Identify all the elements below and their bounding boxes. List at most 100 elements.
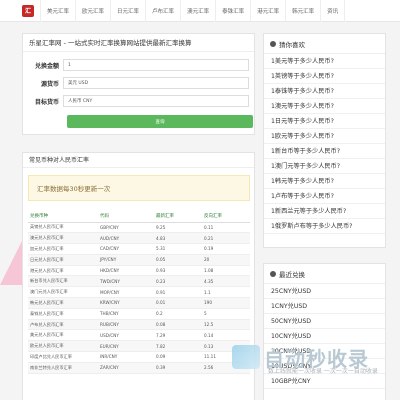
nav-item-aud[interactable]: 澳元汇率 <box>181 0 217 22</box>
header-code: 代码 <box>98 210 154 223</box>
watermark-subtext: 数上线就能一次收录 一次一次一自动收录 <box>268 368 378 375</box>
cell-pair: 新台币兑人民币汇率 <box>28 275 98 288</box>
amount-input[interactable]: 1 <box>63 59 249 71</box>
nav-item-rub[interactable]: 卢布汇率 <box>146 0 182 22</box>
guess-link[interactable]: 1韩元等于多少人民币? <box>264 174 385 189</box>
nav-item-news[interactable]: 资讯 <box>321 0 346 22</box>
cell-rate: 0.09 <box>154 351 202 363</box>
cell-rate: 5.31 <box>154 243 202 255</box>
amount-label: 兑换金额 <box>34 62 59 70</box>
cell-code: MOP/CNY <box>98 286 154 299</box>
cell-code: EUR/CNY <box>98 340 154 353</box>
table-row[interactable]: 澳元兑人民币汇率 AUD/CNY 4.83 0.21 <box>28 232 250 245</box>
rates-title: 常见币种对人民币汇率 <box>23 153 254 168</box>
cell-code: JPY/CNY <box>98 254 154 266</box>
cell-code: USD/CNY <box>98 329 154 342</box>
table-row[interactable]: 日元兑人民币汇率 JPY/CNY 0.05 20 <box>28 254 250 266</box>
cell-code: HKD/CNY <box>98 265 154 277</box>
top-navbar: 汇 美元汇率 欧元汇率 日元汇率 卢布汇率 澳元汇率 泰铢汇率 港元汇率 韩元汇… <box>0 0 400 22</box>
guess-title: 猜你喜欢 <box>279 40 305 49</box>
cell-rate: 4.83 <box>154 232 202 245</box>
source-currency-select[interactable]: 美元 USD <box>63 77 249 89</box>
cell-code: CAD/CNY <box>98 243 154 255</box>
source-label: 源货币 <box>40 80 59 88</box>
recent-title: 最近兑换 <box>279 270 305 279</box>
recent-panel: 最近兑换 25CNY兑USD 1CNY兑USD 50CNY兑USD 10CNY兑USD… <box>263 263 386 400</box>
table-row[interactable]: 英镑兑人民币汇率 GBP/CNY 9.25 0.11 <box>28 222 250 234</box>
table-row[interactable]: 加元兑人民币汇率 CAD/CNY 5.31 0.19 <box>28 243 250 255</box>
cell-pair: 印度卢比兑人民币汇率 <box>28 351 98 363</box>
cell-pair: 韩元兑人民币汇率 <box>28 297 98 309</box>
site-logo[interactable]: 汇 <box>22 4 34 17</box>
nav-item-jpy[interactable]: 日元汇率 <box>111 0 147 22</box>
guess-link[interactable]: 1美元等于多少人民币? <box>264 54 385 69</box>
cell-reverse: 0.11 <box>202 222 250 234</box>
cell-pair: 港元兑人民币汇率 <box>28 265 98 277</box>
table-row[interactable]: 港元兑人民币汇率 HKD/CNY 0.93 1.08 <box>28 265 250 277</box>
nav-item-hkd[interactable]: 港元汇率 <box>251 0 287 22</box>
header-rate: 最新汇率 <box>154 210 202 223</box>
table-row[interactable]: 美元兑人民币汇率 USD/CNY 7.29 0.14 <box>28 329 250 342</box>
guess-link[interactable]: 1新台币等于多少人民币? <box>264 144 385 159</box>
cell-reverse: 5 <box>202 308 250 320</box>
guess-link[interactable]: 1澳元等于多少人民币? <box>264 99 385 114</box>
guess-link[interactable]: 1日元等于多少人民币? <box>264 114 385 129</box>
cell-code: AUD/CNY <box>98 232 154 245</box>
cell-rate: 7.29 <box>154 329 202 342</box>
guess-link[interactable]: 1澳门元等于多少人民币? <box>264 159 385 174</box>
cell-rate: 0.08 <box>154 319 202 331</box>
guess-header: 猜你喜欢 <box>264 34 385 54</box>
cell-code: RUB/CNY <box>98 319 154 331</box>
table-row[interactable]: 新台币兑人民币汇率 TWD/CNY 0.23 4.35 <box>28 275 250 288</box>
cell-pair: 澳元兑人民币汇率 <box>28 232 98 245</box>
cell-reverse: 4.35 <box>202 275 250 288</box>
cell-pair: 卢布兑人民币汇率 <box>28 319 98 331</box>
recent-header: 最近兑换 <box>264 264 385 284</box>
guess-link[interactable]: 1卢布等于多少人民币? <box>264 189 385 204</box>
guess-link[interactable]: 1俄罗斯卢布等于多少人民币? <box>264 219 385 234</box>
amount-row: 兑换金额 1 <box>23 58 256 72</box>
cell-reverse: 1.08 <box>202 265 250 277</box>
cell-rate: 0.91 <box>154 286 202 299</box>
recent-link[interactable]: 50CNY兑USD <box>264 314 385 329</box>
cell-code: INR/CNY <box>98 351 154 363</box>
nav-item-thb[interactable]: 泰铢汇率 <box>216 0 252 22</box>
query-button[interactable]: 查询 <box>67 115 253 128</box>
guess-link[interactable]: 1欧元等于多少人民币? <box>264 129 385 144</box>
nav-item-krw[interactable]: 韩元汇率 <box>286 0 322 22</box>
guess-link[interactable]: 1泰铢等于多少人民币? <box>264 84 385 99</box>
table-row[interactable]: 卢布兑人民币汇率 RUB/CNY 0.08 12.5 <box>28 319 250 331</box>
watermark-logo-icon <box>232 345 260 369</box>
thumbs-up-icon <box>270 40 276 47</box>
table-row[interactable]: 印度卢比兑人民币汇率 INR/CNY 0.09 11.11 <box>28 351 250 363</box>
table-row[interactable]: 韩元兑人民币汇率 KRW/CNY 0.01 190 <box>28 297 250 309</box>
cell-rate: 9.25 <box>154 222 202 234</box>
table-header-row: 兑换币种 代码 最新汇率 反向汇率 <box>28 210 250 223</box>
cell-rate: 0.2 <box>154 308 202 320</box>
cell-pair: 泰铢兑人民币汇率 <box>28 308 98 320</box>
cell-reverse: 0.19 <box>202 243 250 255</box>
recent-link[interactable]: 1CNY兑USD <box>264 299 385 314</box>
recent-link[interactable]: 25CNY兑USD <box>264 284 385 299</box>
cell-rate: 0.93 <box>154 265 202 277</box>
cell-code: KRW/CNY <box>98 297 154 309</box>
cell-pair: 日元兑人民币汇率 <box>28 254 98 266</box>
recent-link[interactable]: 10GBP兑CNY <box>264 374 385 389</box>
nav-item-usd[interactable]: 美元汇率 <box>40 0 77 22</box>
table-row[interactable]: 欧元兑人民币汇率 EUR/CNY 7.82 0.13 <box>28 340 250 353</box>
guess-panel: 猜你喜欢 1美元等于多少人民币? 1英镑等于多少人民币? 1泰铢等于多少人民币? 1澳… <box>263 33 386 248</box>
source-row: 源货币 美元 USD <box>23 76 256 90</box>
target-currency-select[interactable]: 人民币 CNY <box>63 95 249 107</box>
cell-rate: 0.01 <box>154 297 202 309</box>
guess-link[interactable]: 1新西兰元等于多少人民币? <box>264 204 385 219</box>
cell-code: THB/CNY <box>98 308 154 320</box>
nav-item-eur[interactable]: 欧元汇率 <box>76 0 112 22</box>
table-row[interactable]: 泰铢兑人民币汇率 THB/CNY 0.2 5 <box>28 308 250 320</box>
update-notice: 汇率数据每30秒更新一次 <box>28 175 250 201</box>
table-row[interactable]: 南非兰特兑人民币汇率 ZAR/CNY 0.39 2.56 <box>28 362 250 374</box>
cell-reverse: 1.1 <box>202 286 250 299</box>
guess-link[interactable]: 1英镑等于多少人民币? <box>264 69 385 84</box>
table-row[interactable]: 澳门元兑人民币汇率 MOP/CNY 0.91 1.1 <box>28 286 250 299</box>
header-pair: 兑换币种 <box>28 210 98 223</box>
cell-pair: 欧元兑人民币汇率 <box>28 340 98 353</box>
